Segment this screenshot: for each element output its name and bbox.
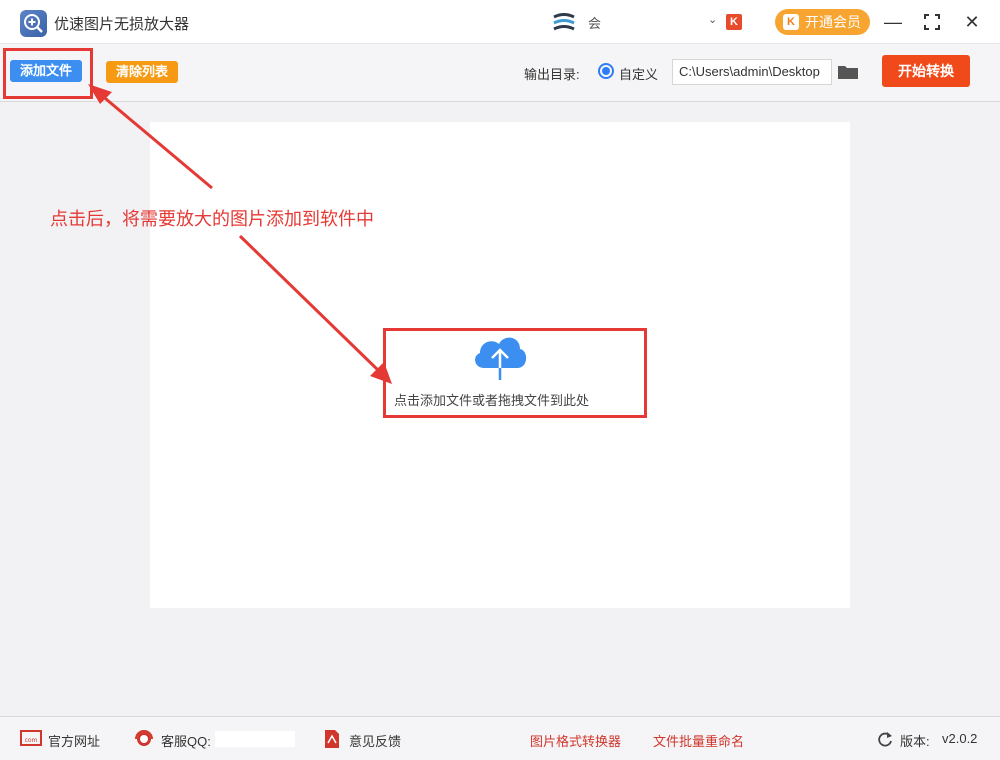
toolbar: 添加文件 清除列表 输出目录: 自定义 C:\Users\admin\Deskt… [0, 44, 1000, 102]
website-icon[interactable]: com [20, 729, 42, 752]
website-link[interactable]: 官方网址 [48, 731, 100, 750]
minimize-button[interactable]: — [881, 10, 905, 34]
folder-icon[interactable] [837, 63, 859, 81]
app-title: 优速图片无损放大器 [54, 16, 190, 33]
refresh-icon[interactable] [877, 730, 893, 753]
open-vip-label: 开通会员 [805, 14, 861, 30]
app-logo-icon [20, 10, 47, 37]
custom-output-radio[interactable] [598, 63, 614, 79]
output-dir-label: 输出目录: [524, 67, 580, 82]
start-convert-button[interactable]: 开始转换 [882, 55, 970, 87]
user-avatar-icon [550, 12, 578, 34]
version-number: v2.0.2 [942, 731, 978, 746]
clear-list-button[interactable]: 清除列表 [106, 61, 178, 83]
title-bar: 优速图片无损放大器 会 ⌄ K K 开通会员 — ✕ [0, 0, 1000, 44]
footer-bar: com 官方网址 客服QQ: 意见反馈 图片格式转换器 文件批量重命名 版本: … [0, 716, 1000, 760]
output-path-field[interactable]: C:\Users\admin\Desktop [672, 59, 832, 85]
feedback-link[interactable]: 意见反馈 [349, 731, 401, 750]
vip-mark-icon: K [726, 14, 742, 30]
svg-text:com: com [25, 737, 38, 744]
maximize-icon [924, 14, 940, 30]
batch-rename-link[interactable]: 文件批量重命名 [653, 731, 744, 750]
open-vip-button[interactable]: K 开通会员 [775, 9, 870, 35]
vip-k-icon: K [783, 14, 799, 30]
user-name[interactable]: 会 [588, 13, 601, 32]
customer-service-icon[interactable] [133, 729, 155, 754]
feedback-icon[interactable] [323, 729, 341, 754]
custom-output-label[interactable]: 自定义 [619, 64, 658, 83]
annotation-text: 点击后，将需要放大的图片添加到软件中 [50, 209, 374, 229]
chevron-down-icon[interactable]: ⌄ [708, 13, 717, 26]
maximize-button[interactable] [920, 10, 944, 34]
qq-number-mask [215, 731, 295, 747]
highlight-add-button-box [3, 48, 93, 99]
close-button[interactable]: ✕ [960, 10, 984, 34]
service-qq-label[interactable]: 客服QQ: [161, 731, 211, 750]
version-label: 版本: [900, 734, 930, 749]
highlight-drop-box [383, 328, 647, 418]
format-converter-link[interactable]: 图片格式转换器 [530, 731, 621, 750]
